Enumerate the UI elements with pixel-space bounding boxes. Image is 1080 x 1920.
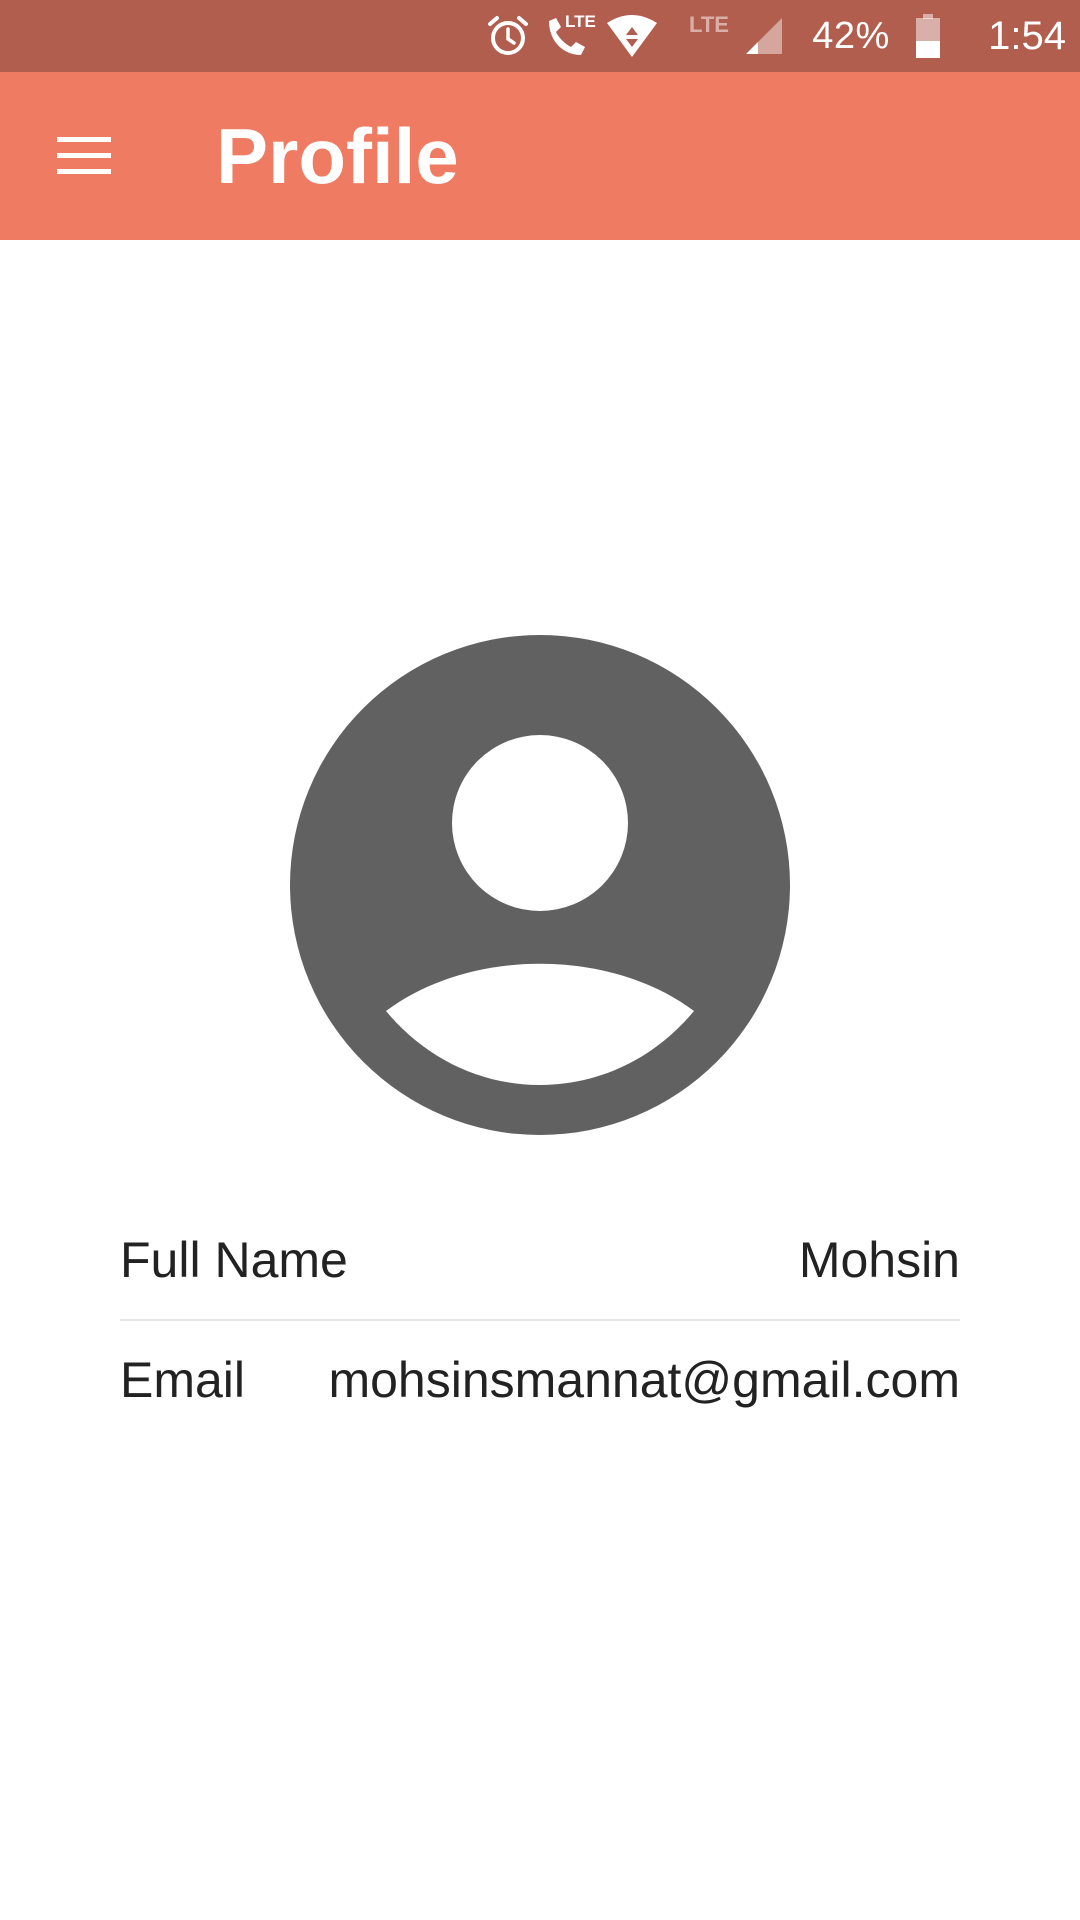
battery-percent: 42% — [812, 14, 890, 57]
volte-label: LTE — [565, 12, 596, 31]
lte-label: LTE — [689, 12, 729, 37]
battery-icon — [908, 0, 948, 72]
email-value: mohsinsmannat@gmail.com — [328, 1352, 960, 1408]
volte-call-icon: LTE — [540, 0, 602, 72]
lte-indicator: LTE — [682, 0, 736, 72]
hamburger-menu-icon — [57, 137, 111, 175]
app-bar: Profile — [0, 72, 1080, 240]
alarm-icon — [484, 0, 532, 72]
signal-icon — [742, 0, 786, 72]
menu-button[interactable] — [34, 106, 134, 206]
full-name-label: Full Name — [120, 1232, 348, 1288]
page-title: Profile — [216, 112, 459, 200]
status-bar: LTE LTE 42% 1:54 — [0, 0, 1080, 72]
wifi-icon — [604, 0, 660, 72]
full-name-row: Full Name Mohsin — [120, 1200, 960, 1320]
email-label: Email — [120, 1352, 246, 1408]
email-row: Email mohsinsmannat@gmail.com — [120, 1320, 960, 1440]
profile-screen: LTE LTE 42% 1:54 Profile Full Name Mohsi… — [0, 0, 1080, 1920]
clock-time: 1:54 — [988, 13, 1066, 58]
account-circle-icon — [290, 635, 790, 1135]
full-name-value: Mohsin — [798, 1232, 960, 1288]
